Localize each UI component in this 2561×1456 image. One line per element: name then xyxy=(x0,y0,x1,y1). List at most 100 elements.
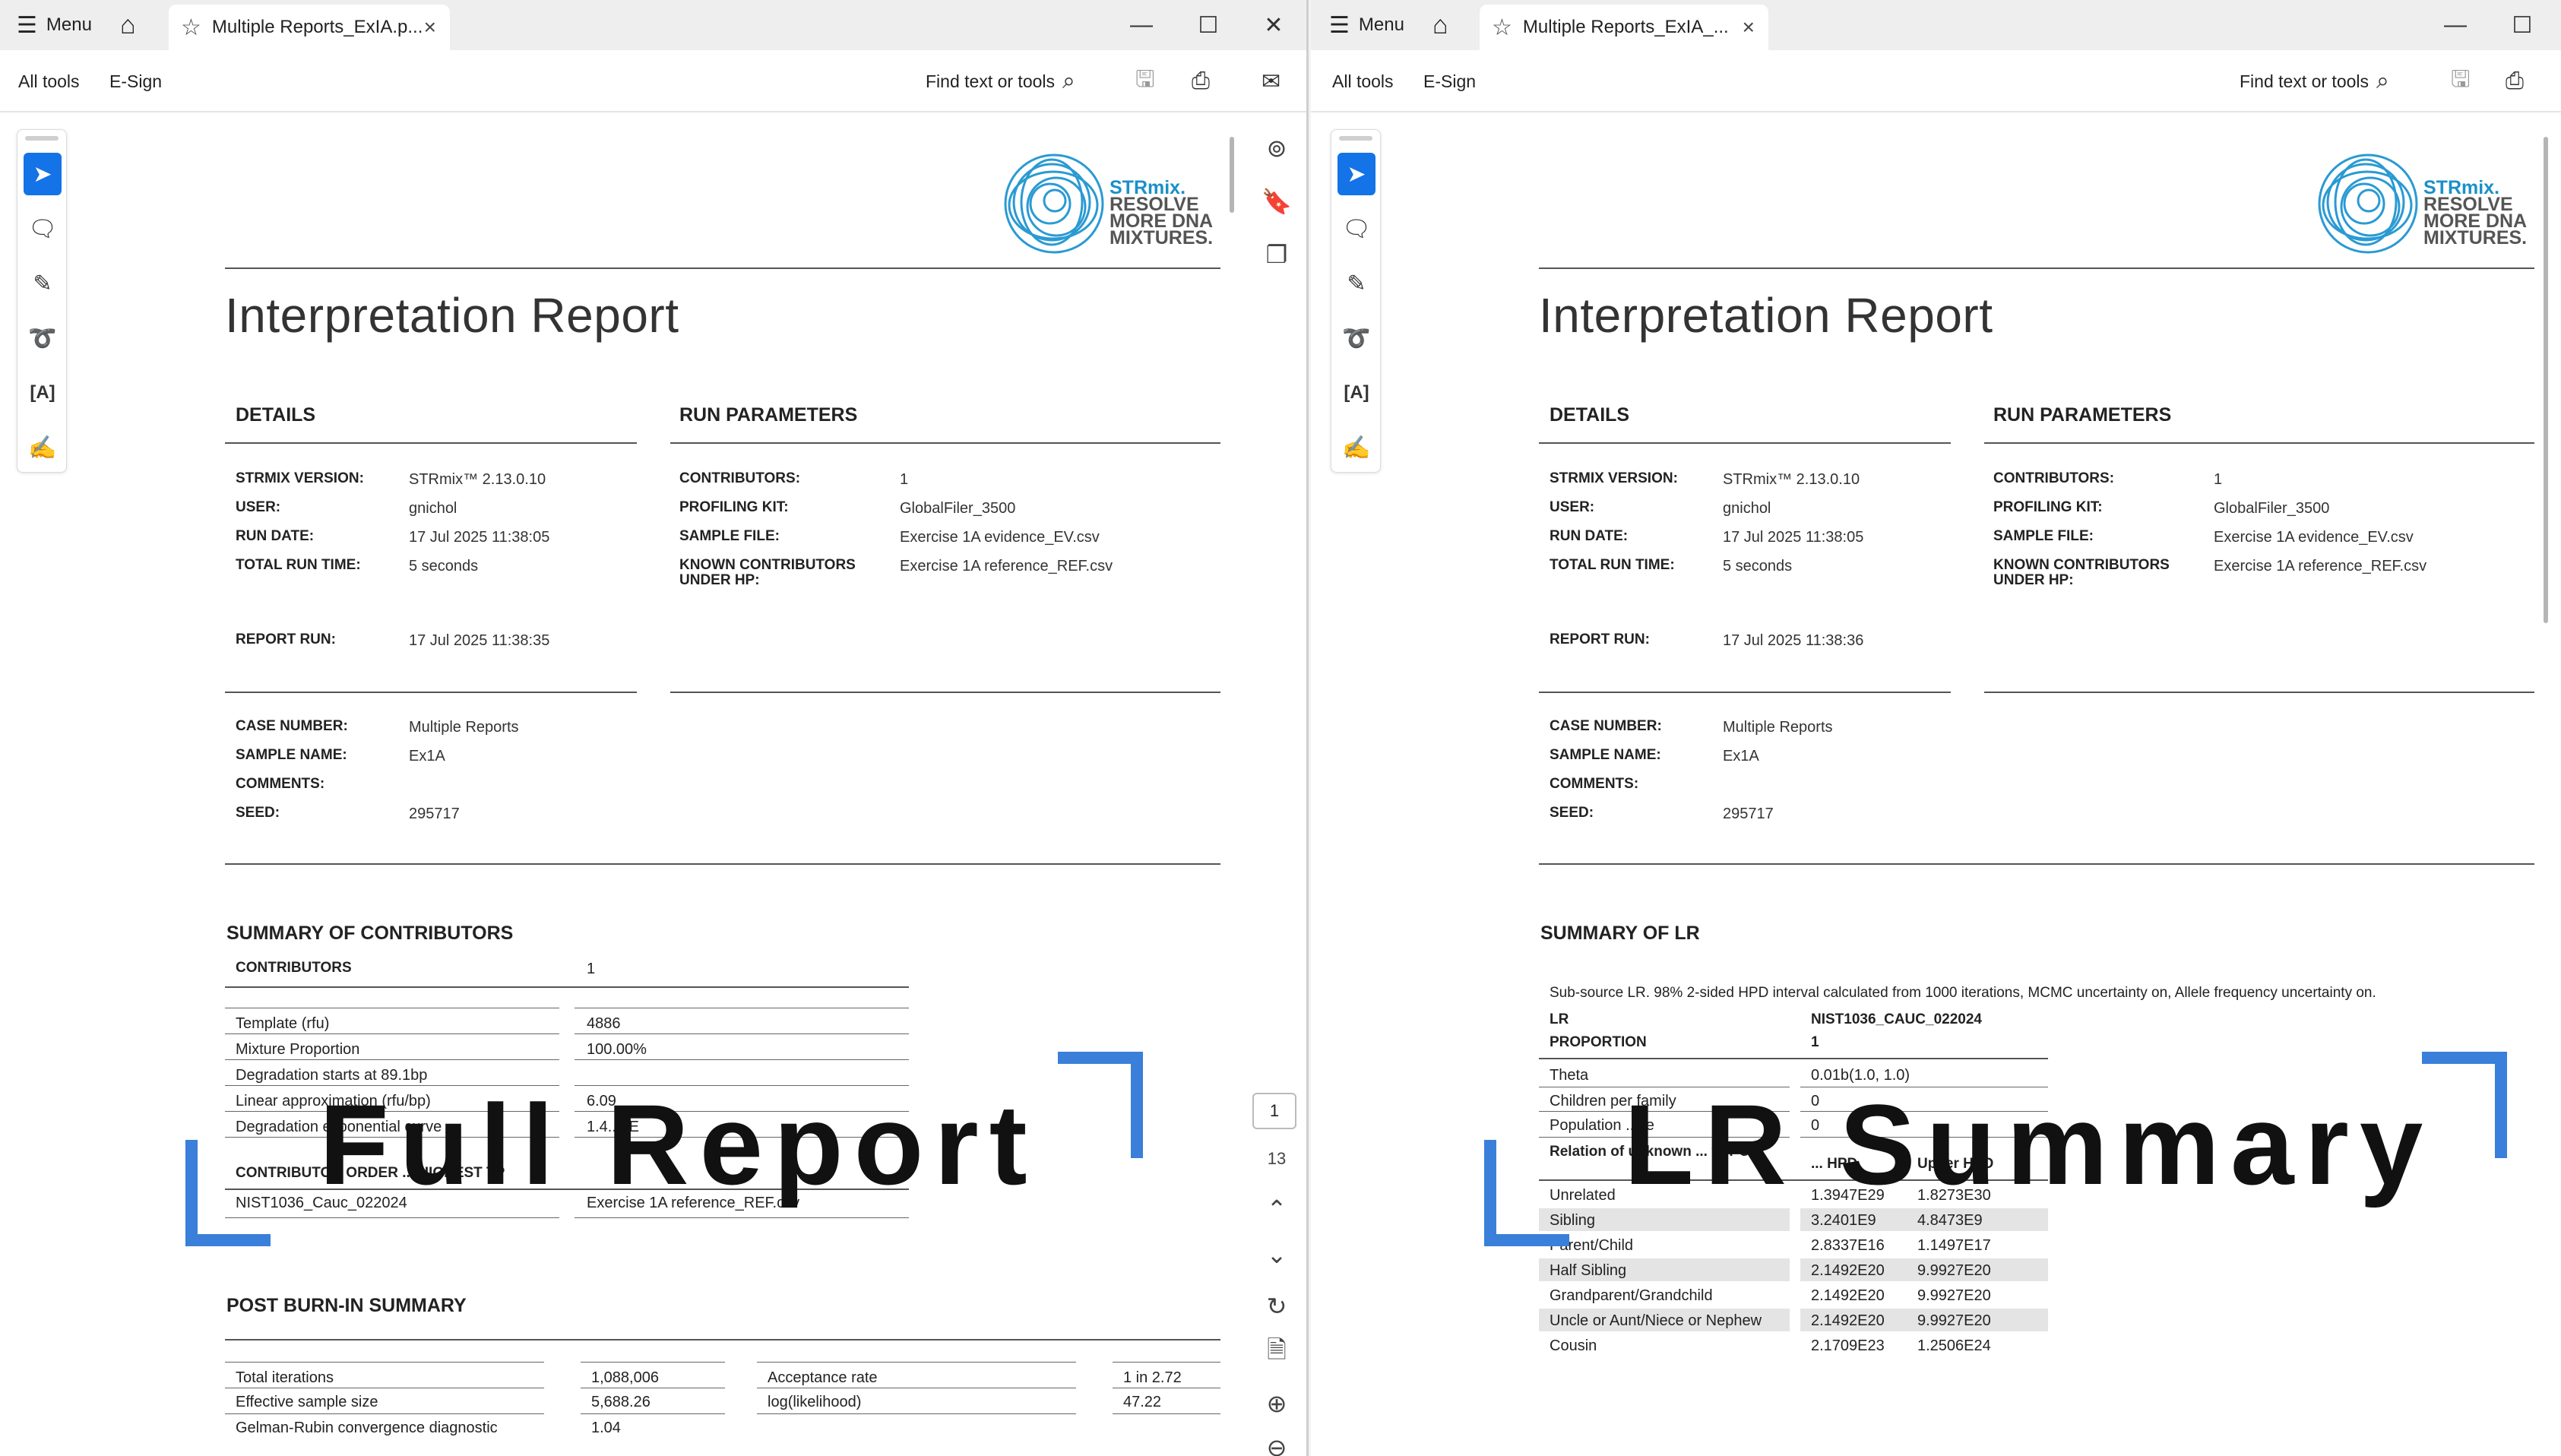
detail-label: RUN DATE: xyxy=(236,528,315,544)
param-value: GlobalFiler_3500 xyxy=(900,500,1016,517)
comment-icon[interactable]: 🗨 xyxy=(24,207,62,250)
star-icon[interactable]: ☆ xyxy=(1492,14,1512,41)
quick-tools-sidebar: ➤ 🗨 ✎ ➰ [A] ✍ xyxy=(17,129,67,473)
sidebar-grip[interactable] xyxy=(1339,136,1372,141)
esign-button[interactable]: E-Sign xyxy=(1423,50,1476,112)
details-bottom-rule xyxy=(225,692,637,693)
table-rule xyxy=(581,1362,725,1363)
relation-label: Half Sibling xyxy=(1550,1262,1627,1279)
strmix-logo-swirl-icon xyxy=(2318,154,2418,254)
burn-row-value: 1 in 2.72 xyxy=(1123,1369,1182,1386)
home-icon[interactable]: ⌂ xyxy=(120,0,136,50)
detail-label: STRMIX VERSION: xyxy=(236,470,364,486)
table-rule xyxy=(575,1059,909,1060)
select-tool-icon[interactable]: ➤ xyxy=(24,153,62,195)
search-icon[interactable]: ⌕ xyxy=(2376,50,2389,112)
ai-assistant-icon[interactable]: ⊚ xyxy=(1254,129,1299,167)
maximize-button[interactable]: ☐ xyxy=(1178,0,1239,50)
param-value: Exercise 1A reference_REF.csv xyxy=(900,558,1113,574)
chevron-up-icon[interactable]: ⌃ xyxy=(1254,1190,1299,1228)
save-icon[interactable]: 🖫 xyxy=(2451,50,2471,112)
esign-button[interactable]: E-Sign xyxy=(109,50,162,112)
zoom-in-icon[interactable]: ⊕ xyxy=(1254,1385,1299,1423)
param-label: KNOWN CONTRIBUTORS UNDER HP: xyxy=(679,557,856,588)
highlight-pen-icon[interactable]: ✎ xyxy=(24,262,62,305)
sign-icon[interactable]: ✍ xyxy=(1337,426,1375,469)
lr-note: Sub-source LR. 98% 2-sided HPD interval … xyxy=(1550,985,2376,1001)
star-icon[interactable]: ☆ xyxy=(181,14,201,41)
document-tab[interactable]: ☆ Multiple Reports_ExIA.p... × xyxy=(169,5,450,50)
all-tools-button[interactable]: All tools xyxy=(1332,50,1394,112)
all-tools-button[interactable]: All tools xyxy=(18,50,80,112)
strmix-logo-swirl-icon xyxy=(1004,154,1104,254)
case-bottom-rule xyxy=(225,863,1220,865)
detail-value: 17 Jul 2025 11:38:36 xyxy=(1723,632,1864,649)
refresh-icon[interactable]: ↻ xyxy=(1254,1287,1299,1325)
sidebar-grip[interactable] xyxy=(25,136,59,141)
tab-title: Multiple Reports_ExIA.p... xyxy=(211,17,423,37)
find-text-button[interactable]: Find text or tools xyxy=(2240,50,2369,112)
case-value: Ex1A xyxy=(1723,748,1759,764)
menu-button[interactable]: ☰ Menu xyxy=(17,0,92,50)
text-box-icon[interactable]: [A] xyxy=(1337,372,1375,414)
detail-value: 17 Jul 2025 11:38:35 xyxy=(409,632,550,649)
lower-hpd-value: 3.2401E9 xyxy=(1811,1212,1876,1229)
email-icon[interactable]: ✉ xyxy=(1262,50,1280,112)
tab-close-icon[interactable]: × xyxy=(1743,15,1755,40)
tab-close-icon[interactable]: × xyxy=(424,15,436,40)
upper-hpd-value: 9.9927E20 xyxy=(1917,1287,1991,1304)
current-page-field[interactable]: 1 xyxy=(1252,1093,1296,1129)
tab-title: Multiple Reports_ExIA_... xyxy=(1522,17,1729,37)
case-label: SAMPLE NAME: xyxy=(1550,747,1661,763)
text-box-icon[interactable]: [A] xyxy=(24,372,62,414)
save-icon[interactable]: 🖫 xyxy=(1135,50,1155,112)
select-tool-icon[interactable]: ➤ xyxy=(1337,153,1375,195)
run-parameters-rule xyxy=(1984,442,2534,444)
detail-value: 5 seconds xyxy=(1723,558,1793,574)
param-value: Exercise 1A reference_REF.csv xyxy=(2214,558,2427,574)
overlay-bracket-top-right xyxy=(2422,1052,2507,1158)
chevron-down-icon[interactable]: ⌄ xyxy=(1254,1236,1299,1274)
print-icon[interactable]: ⎙ xyxy=(1192,50,1210,112)
summary-contributors-heading: SUMMARY OF CONTRIBUTORS xyxy=(226,923,514,944)
param-label: PROFILING KIT: xyxy=(679,499,789,515)
window-close-button[interactable]: ✕ xyxy=(1243,0,1304,50)
table-rule xyxy=(1113,1413,1220,1414)
proportion-value: 1 xyxy=(1811,1034,1819,1050)
bookmark-icon[interactable]: 🔖 xyxy=(1254,182,1299,220)
burn-row-value: 1.04 xyxy=(591,1420,621,1436)
minimize-button[interactable]: — xyxy=(1111,0,1172,50)
run-parameters-rule xyxy=(670,442,1220,444)
upper-hpd-value: 4.8473E9 xyxy=(1917,1212,1983,1229)
case-label: SEED: xyxy=(1550,805,1594,821)
detail-label: REPORT RUN: xyxy=(1550,631,1650,647)
sign-icon[interactable]: ✍ xyxy=(24,426,62,469)
upper-hpd-value: 9.9927E20 xyxy=(1917,1312,1991,1329)
menu-button[interactable]: ☰ Menu xyxy=(1329,0,1404,50)
lower-hpd-value: 2.1492E20 xyxy=(1811,1262,1885,1279)
page-info-icon[interactable]: 🗎 xyxy=(1254,1334,1299,1372)
pages-icon[interactable]: ❐ xyxy=(1254,236,1299,274)
contrib-row-label: Mixture Proportion xyxy=(236,1041,360,1058)
zoom-out-icon[interactable]: ⊖ xyxy=(1254,1429,1299,1456)
maximize-button[interactable]: ☐ xyxy=(2492,0,2553,50)
detail-value: 17 Jul 2025 11:38:05 xyxy=(409,529,550,546)
print-icon[interactable]: ⎙ xyxy=(2506,50,2524,112)
draw-lasso-icon[interactable]: ➰ xyxy=(24,317,62,359)
lr-value: NIST1036_CAUC_022024 xyxy=(1811,1011,1982,1027)
document-scrollbar[interactable] xyxy=(2544,137,2548,623)
burn-row-label: Gelman-Rubin convergence diagnostic xyxy=(236,1420,498,1436)
draw-lasso-icon[interactable]: ➰ xyxy=(1337,317,1375,359)
details-rule xyxy=(1539,442,1951,444)
find-text-button[interactable]: Find text or tools xyxy=(926,50,1055,112)
header-rule xyxy=(1539,267,2534,269)
home-icon[interactable]: ⌂ xyxy=(1432,0,1448,50)
highlight-pen-icon[interactable]: ✎ xyxy=(1337,262,1375,305)
summary-lr-heading: SUMMARY OF LR xyxy=(1540,923,1700,944)
lower-hpd-value: 2.1492E20 xyxy=(1811,1312,1885,1329)
search-icon[interactable]: ⌕ xyxy=(1062,50,1075,112)
document-scrollbar[interactable] xyxy=(1230,137,1234,213)
document-tab[interactable]: ☆ Multiple Reports_ExIA_... × xyxy=(1480,5,1768,50)
comment-icon[interactable]: 🗨 xyxy=(1337,207,1375,250)
minimize-button[interactable]: — xyxy=(2425,0,2486,50)
